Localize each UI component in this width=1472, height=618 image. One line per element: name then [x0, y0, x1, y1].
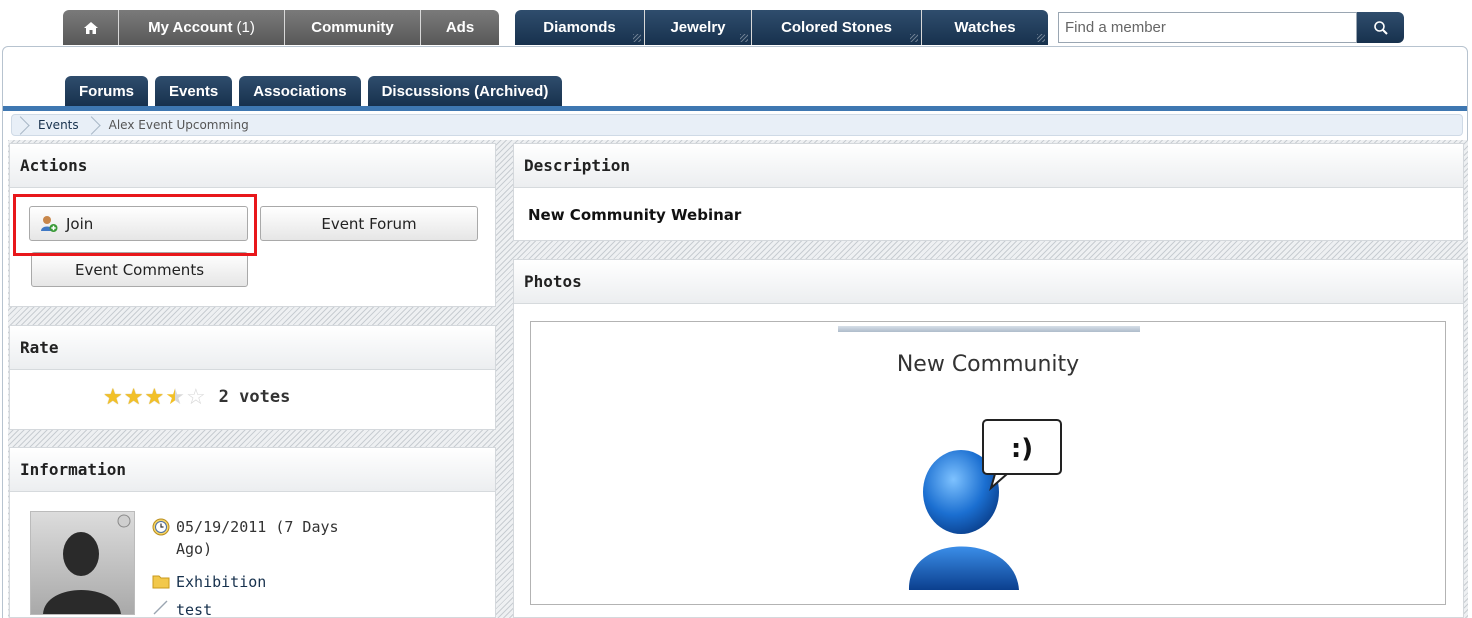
slide-header-bar: [838, 326, 1140, 332]
subnav-underline: [3, 106, 1467, 111]
my-account-label: My Account: [148, 19, 233, 36]
breadcrumb-separator-icon: [18, 115, 28, 135]
tag-link[interactable]: test: [176, 599, 212, 618]
search-button[interactable]: [1357, 12, 1404, 43]
information-panel: Information 05/19/2011 (7 Days Ago) Exhi…: [9, 447, 496, 618]
description-body: New Community Webinar: [528, 206, 742, 224]
avatar[interactable]: [30, 511, 135, 615]
event-photo[interactable]: New Community :): [530, 321, 1446, 605]
star-full-icon[interactable]: ★: [144, 386, 164, 408]
description-panel: Description New Community Webinar: [513, 143, 1464, 241]
community-label: Community: [311, 19, 394, 36]
tag-icon: [153, 600, 168, 615]
search-input[interactable]: [1058, 12, 1357, 43]
star-full-icon[interactable]: ★: [103, 386, 123, 408]
my-account-count: (1): [236, 19, 255, 36]
member-search: [1058, 12, 1404, 43]
clock-icon: [152, 518, 170, 536]
tab-ads[interactable]: Ads: [421, 10, 499, 45]
jewelry-label: Jewelry: [670, 19, 726, 36]
information-title: Information: [10, 448, 495, 492]
rate-panel: Rate ★ ★ ★ ★ ☆ 2 votes: [9, 325, 496, 430]
breadcrumb-events-link[interactable]: Events: [34, 118, 83, 132]
tab-associations[interactable]: Associations: [239, 76, 361, 106]
bubble-text: :): [1011, 434, 1033, 464]
nav-gap: [499, 10, 515, 45]
top-nav: My Account (1) Community Ads Diamonds Je…: [63, 10, 1048, 45]
description-title: Description: [514, 144, 1463, 188]
ads-label: Ads: [445, 19, 475, 36]
star-empty-icon[interactable]: ☆: [186, 386, 206, 408]
breadcrumb: Events Alex Event Upcomming: [11, 114, 1463, 136]
page: My Account (1) Community Ads Diamonds Je…: [0, 0, 1472, 618]
breadcrumb-current: Alex Event Upcomming: [108, 118, 249, 132]
dropdown-grip-icon: [740, 34, 748, 42]
photos-panel: Photos New Community:): [513, 259, 1464, 618]
dropdown-grip-icon: [910, 34, 918, 42]
default-avatar-icon: [43, 514, 131, 614]
breadcrumb-separator-icon: [89, 115, 99, 135]
tab-events[interactable]: Events: [155, 76, 233, 106]
home-tab[interactable]: [63, 10, 119, 45]
tab-jewelry[interactable]: Jewelry: [645, 10, 752, 45]
event-comments-button[interactable]: Event Comments: [31, 252, 248, 287]
watches-label: Watches: [954, 19, 1016, 36]
dropdown-grip-icon: [1037, 34, 1045, 42]
event-date-line1: 05/19/2011 (7 Days: [176, 518, 339, 536]
join-highlight-box: [13, 194, 257, 256]
actions-title: Actions: [10, 144, 495, 188]
tab-my-account[interactable]: My Account (1): [119, 10, 285, 45]
tab-watches[interactable]: Watches: [922, 10, 1048, 45]
event-forum-button[interactable]: Event Forum: [260, 206, 478, 241]
tab-diamonds[interactable]: Diamonds: [515, 10, 645, 45]
rate-title: Rate: [10, 326, 495, 370]
sub-nav: Forums Events Associations Discussions (…: [65, 76, 569, 106]
star-half-icon[interactable]: ★: [165, 386, 185, 408]
folder-icon: [152, 575, 170, 589]
search-icon: [1373, 20, 1388, 35]
event-date: 05/19/2011 (7 Days Ago): [176, 516, 339, 560]
event-date-line2: Ago): [176, 540, 213, 558]
tab-community[interactable]: Community: [285, 10, 421, 45]
community-person-icon: :): [908, 419, 1062, 590]
dropdown-grip-icon: [633, 34, 641, 42]
diamonds-label: Diamonds: [543, 19, 616, 36]
slide-title: New Community: [896, 352, 1080, 377]
tab-discussions-archived[interactable]: Discussions (Archived): [367, 76, 563, 106]
votes-count: 2 votes: [218, 387, 291, 407]
home-icon: [83, 21, 98, 34]
star-full-icon[interactable]: ★: [124, 386, 144, 408]
photos-title: Photos: [514, 260, 1463, 304]
colored-stones-label: Colored Stones: [781, 19, 892, 36]
tab-colored-stones[interactable]: Colored Stones: [752, 10, 922, 45]
category-link[interactable]: Exhibition: [176, 571, 266, 593]
tab-forums[interactable]: Forums: [65, 76, 149, 106]
rating-stars[interactable]: ★ ★ ★ ★ ☆ 2 votes: [103, 386, 290, 408]
